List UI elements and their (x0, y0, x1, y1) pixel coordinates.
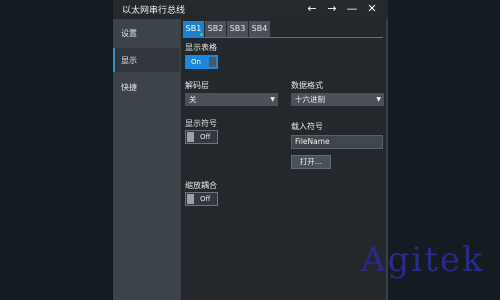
chevron-down-icon: ▼ (270, 96, 275, 103)
sidebar-item-label: 设置 (121, 28, 137, 38)
show-symbols-toggle[interactable]: Off (185, 130, 218, 144)
sidebar: 设置 显示 快捷 (113, 19, 179, 300)
toggle-state: Off (200, 133, 211, 141)
tab-sb3[interactable]: SB3 (227, 21, 248, 37)
title-bar: 以太网串行总线 ← → — ✕ (113, 0, 388, 19)
decode-layer-label: 解码层 (185, 81, 209, 90)
minimize-icon[interactable]: — (346, 1, 358, 17)
toggle-state: Off (200, 195, 211, 203)
decode-layer-select[interactable]: 关 ▼ (185, 93, 278, 106)
agitek-watermark: Agitek (361, 240, 485, 280)
data-format-select[interactable]: 十六进制 ▼ (291, 93, 384, 106)
window-title: 以太网串行总线 (122, 6, 186, 16)
show-table-toggle[interactable]: On (185, 55, 218, 69)
data-format-label: 数据格式 (291, 81, 323, 90)
tab-underline (183, 37, 383, 38)
bus-tabs: SB1 SB2 SB3 SB4 (183, 21, 270, 37)
window-controls: ← → — ✕ (306, 1, 378, 17)
close-icon[interactable]: ✕ (366, 1, 378, 17)
sidebar-item-display[interactable]: 显示 (113, 48, 179, 72)
back-arrow-icon[interactable]: ← (306, 1, 318, 17)
chevron-down-icon: ▼ (376, 96, 381, 103)
forward-arrow-icon[interactable]: → (326, 1, 338, 17)
toggle-state: On (191, 58, 201, 66)
ethernet-serial-bus-window: 以太网串行总线 ← → — ✕ 设置 显示 快捷 SB1 SB2 SB3 SB4… (113, 0, 388, 300)
sidebar-item-shortcuts[interactable]: 快捷 (113, 75, 179, 99)
zoom-coupling-label: 缩放耦合 (185, 181, 217, 190)
tab-sb2[interactable]: SB2 (205, 21, 226, 37)
zoom-coupling-toggle[interactable]: Off (185, 192, 218, 206)
toggle-knob (187, 132, 194, 142)
open-file-button[interactable]: 打开... (291, 155, 331, 169)
show-table-label: 显示表格 (185, 43, 217, 52)
symbol-file-input[interactable]: FileName (291, 135, 383, 149)
tab-sb4[interactable]: SB4 (249, 21, 270, 37)
load-symbols-label: 载入符号 (291, 122, 323, 131)
toggle-knob (187, 194, 194, 204)
show-symbols-label: 显示符号 (185, 119, 217, 128)
sidebar-item-label: 快捷 (121, 82, 137, 92)
select-value: 十六进制 (295, 95, 325, 104)
tab-sb1[interactable]: SB1 (183, 21, 204, 37)
toggle-knob (209, 57, 216, 67)
sidebar-item-settings[interactable]: 设置 (113, 21, 179, 45)
select-value: 关 (189, 95, 197, 104)
sidebar-item-label: 显示 (121, 55, 137, 65)
display-settings-panel: SB1 SB2 SB3 SB4 显示表格 On 解码层 关 ▼ 数据格式 十六进… (181, 19, 386, 300)
